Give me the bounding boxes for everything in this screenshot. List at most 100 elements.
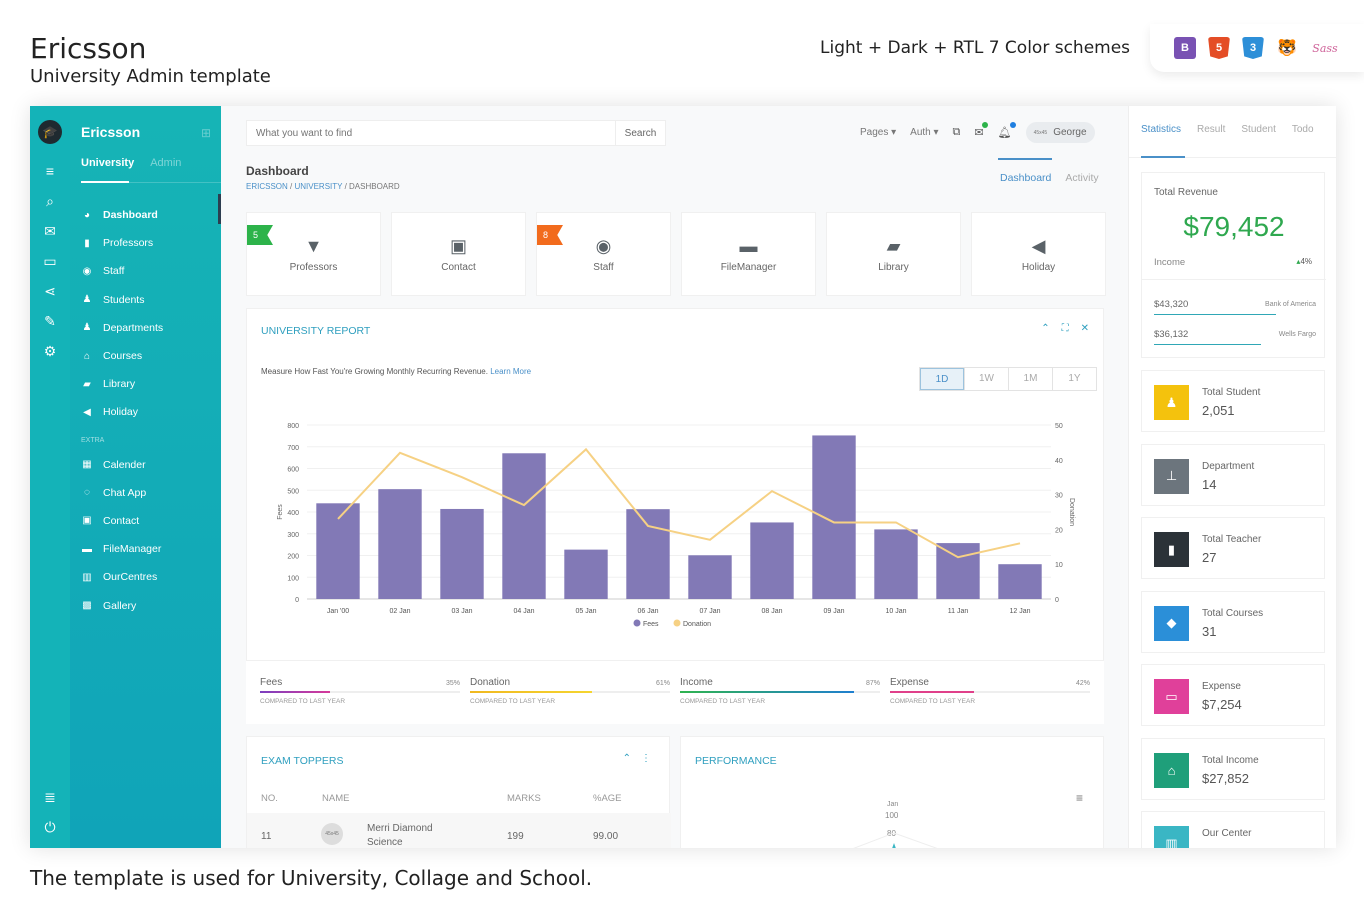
- progress-fees: Fees 35% COMPARED TO LAST YEAR: [260, 677, 460, 705]
- sidebar-item-chat-app[interactable]: ◌ Chat App: [81, 479, 221, 507]
- sidebar-item-contact[interactable]: ▣ Contact: [81, 507, 221, 535]
- menu-icon[interactable]: ≡: [41, 162, 59, 180]
- y2-tick-label: 20: [1055, 527, 1063, 534]
- shortcut-library[interactable]: ▰ Library: [826, 212, 961, 296]
- bootstrap-icon: B: [1174, 37, 1196, 59]
- progress-label: Donation: [470, 677, 511, 688]
- progress-label: Expense: [890, 677, 929, 688]
- x-tick-label: 03 Jan: [451, 608, 472, 615]
- sidebar-tab-admin[interactable]: Admin: [150, 157, 181, 169]
- inbox-icon[interactable]: ✉: [41, 222, 59, 240]
- range-1w[interactable]: 1W: [964, 368, 1008, 390]
- translate-icon[interactable]: ⧉: [953, 126, 961, 139]
- stat-card-department[interactable]: ⊥ Department 14: [1141, 443, 1325, 506]
- tab-student[interactable]: Student: [1241, 124, 1275, 135]
- scrollbar[interactable]: [218, 194, 221, 224]
- shortcut-holiday[interactable]: ◀ Holiday: [971, 212, 1106, 296]
- tab-todo[interactable]: Todo: [1292, 124, 1314, 135]
- promo-subtitle: University Admin template: [30, 66, 271, 87]
- tab-result[interactable]: Result: [1197, 124, 1225, 135]
- stat-card-total-income[interactable]: ⌂ Total Income $27,852: [1141, 737, 1325, 800]
- tab-activity[interactable]: Activity: [1065, 172, 1098, 184]
- sidebar-item-holiday[interactable]: ◀ Holiday: [81, 398, 221, 426]
- search-bar: Search: [246, 120, 666, 146]
- auth-dropdown[interactable]: Auth ▾: [910, 127, 938, 138]
- shortcut-contact[interactable]: ▣ Contact: [391, 212, 526, 296]
- sidebar-item-label: Chat App: [103, 486, 147, 499]
- stat-card-our-center[interactable]: ▥ Our Center: [1141, 811, 1325, 848]
- report-chart: 0 100 200 300 400 500 600 700 800 0 10 20 30 40 50 Fees…: [277, 423, 1075, 628]
- pages-dropdown[interactable]: Pages ▾: [860, 127, 896, 138]
- search-input[interactable]: [247, 121, 615, 145]
- shortcut-professors[interactable]: 5 ▼ Professors: [246, 212, 381, 296]
- progress-fill: [680, 691, 854, 693]
- collapse-icon[interactable]: ⌃: [623, 753, 631, 764]
- shortcut-label: Holiday: [1021, 261, 1056, 273]
- y-tick-label: 100: [287, 575, 299, 582]
- sidebar-item-dashboard[interactable]: ◕ Dashboard: [81, 201, 221, 229]
- grid-icon[interactable]: ⊞: [201, 126, 211, 140]
- html5-icon: 5: [1208, 37, 1230, 59]
- x-tick-label: 09 Jan: [823, 608, 844, 615]
- mail-icon[interactable]: ✉: [974, 122, 988, 139]
- range-1y[interactable]: 1Y: [1052, 368, 1096, 390]
- sidebar-item-library[interactable]: ▰ Library: [81, 370, 221, 398]
- breadcrumb-university[interactable]: UNIVERSITY: [294, 182, 342, 191]
- sidebar-item-filemanager[interactable]: ▬ FileManager: [81, 535, 221, 563]
- progress-summary: Fees 35% COMPARED TO LAST YEAR Donation 61% C…: [246, 660, 1104, 724]
- breadcrumb-ericsson[interactable]: ERICSSON: [246, 182, 288, 191]
- bar-fees: [812, 435, 856, 599]
- more-icon[interactable]: ⋮: [641, 753, 651, 764]
- bar-fees: [378, 489, 422, 599]
- sidebar-item-ourcentres[interactable]: ▥ OurCentres: [81, 563, 221, 591]
- sidebar-item-courses[interactable]: ⌂ Courses: [81, 342, 221, 370]
- power-icon[interactable]: ⏻: [41, 818, 59, 836]
- range-1d[interactable]: 1D: [920, 368, 964, 390]
- x-tick-label: 05 Jan: [575, 608, 596, 615]
- search-button[interactable]: Search: [615, 121, 665, 145]
- bank-share-bar: [1154, 314, 1276, 315]
- bell-icon[interactable]: 🔔︎: [998, 122, 1016, 139]
- settings-icon[interactable]: ⚙: [41, 342, 59, 360]
- user-menu[interactable]: 45x45 George: [1025, 122, 1095, 143]
- list-toggle-icon[interactable]: ≣: [41, 788, 59, 806]
- tab-dashboard[interactable]: Dashboard: [1000, 172, 1051, 184]
- stat-card-total-student[interactable]: ♟ Total Student 2,051: [1141, 370, 1325, 432]
- bar-fees: [998, 564, 1042, 599]
- collapse-icon[interactable]: ⌃: [1041, 323, 1049, 334]
- sidebar-item-calender[interactable]: ▦ Calender: [81, 451, 221, 479]
- share-icon[interactable]: ⋖: [41, 282, 59, 300]
- sidebar-item-students[interactable]: ♟ Students: [81, 286, 221, 314]
- sidebar-item-professors[interactable]: ▮ Professors: [81, 229, 221, 257]
- promo-bottom-text: The template is used for University, Col…: [30, 866, 593, 890]
- bar-fees: [440, 508, 484, 599]
- fullscreen-icon[interactable]: ⛶: [1062, 323, 1069, 334]
- progress-caption: COMPARED TO LAST YEAR: [470, 698, 556, 705]
- learn-more-link[interactable]: Learn More: [490, 367, 531, 376]
- stat-card-expense[interactable]: ▭ Expense $7,254: [1141, 664, 1325, 726]
- close-icon[interactable]: ✕: [1081, 323, 1089, 334]
- menu-icon[interactable]: ≡: [1076, 791, 1083, 805]
- sidebar-item-gallery[interactable]: ▩ Gallery: [81, 591, 221, 619]
- progress-fill: [260, 691, 330, 693]
- shortcut-staff[interactable]: 8 ◉ Staff: [536, 212, 671, 296]
- promo-title: Ericsson: [30, 32, 147, 65]
- users-icon: ♟: [82, 294, 92, 306]
- stat-card-total-teacher[interactable]: ▮ Total Teacher 27: [1141, 517, 1325, 579]
- graduation-cap-logo-icon[interactable]: 🎓: [38, 120, 62, 144]
- stat-card-total-courses[interactable]: ◆ Total Courses 31: [1141, 590, 1325, 653]
- y2-tick-label: 0: [1055, 597, 1059, 604]
- folder-icon[interactable]: ▭: [41, 252, 59, 270]
- sidebar-item-departments[interactable]: ♟ Departments: [81, 314, 221, 342]
- range-1m[interactable]: 1M: [1008, 368, 1052, 390]
- shortcut-filemanager[interactable]: ▬ FileManager: [681, 212, 816, 296]
- feather-icon[interactable]: ✎: [41, 312, 59, 330]
- sidebar-tab-university[interactable]: University: [81, 157, 134, 169]
- sidebar-item-staff[interactable]: ◉ Staff: [81, 257, 221, 285]
- bullhorn-icon: ◀: [83, 406, 91, 418]
- tab-statistics[interactable]: Statistics: [1141, 124, 1181, 135]
- search-icon[interactable]: ⌕: [41, 192, 59, 210]
- progress-label: Fees: [260, 677, 283, 688]
- performance-title: PERFORMANCE: [695, 755, 777, 767]
- stat-value: 31: [1202, 623, 1217, 639]
